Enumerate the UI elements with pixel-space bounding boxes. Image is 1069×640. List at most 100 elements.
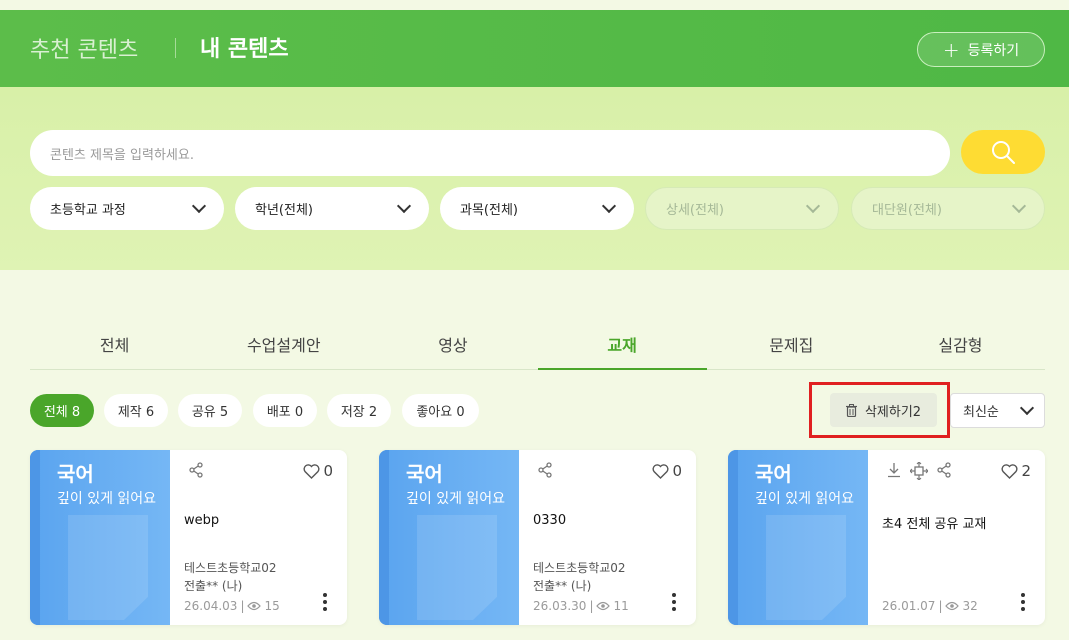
filter-detail-label: 상세(전체) bbox=[666, 203, 724, 218]
cover-title: 깊이 있게 읽어요 bbox=[755, 491, 855, 507]
eye-icon bbox=[596, 601, 611, 611]
meta-separator: | bbox=[589, 599, 594, 613]
download-icon[interactable] bbox=[886, 462, 902, 478]
cover-spine bbox=[728, 450, 738, 625]
heart-icon bbox=[303, 463, 320, 479]
cover-spine bbox=[379, 450, 389, 625]
card-title[interactable]: 0330 bbox=[533, 513, 566, 528]
share-icon[interactable] bbox=[936, 462, 952, 478]
category-tabs: 전체 수업설계안 영상 교재 문제집 실감형 bbox=[30, 320, 1045, 370]
register-label: 등록하기 bbox=[967, 42, 1020, 59]
delete-label: 삭제하기2 bbox=[864, 404, 922, 420]
chevron-down-icon bbox=[191, 198, 207, 214]
tab-lesson-plan[interactable]: 수업설계안 bbox=[199, 320, 368, 369]
filter-course-label: 초등학교 과정 bbox=[50, 203, 126, 218]
more-menu-icon[interactable] bbox=[323, 593, 327, 611]
meta-separator: | bbox=[240, 599, 245, 613]
tab-immersive[interactable]: 실감형 bbox=[876, 320, 1045, 369]
heart-icon bbox=[652, 463, 669, 479]
card-cover: 국어 깊이 있게 읽어요 bbox=[728, 450, 868, 625]
trash-icon bbox=[845, 403, 857, 417]
card-school: 테스트초등학교02 bbox=[184, 561, 277, 575]
document-graphic bbox=[68, 515, 148, 620]
card-school: 테스트초등학교02 bbox=[533, 561, 626, 575]
plus-icon: + bbox=[942, 37, 960, 62]
delete-button[interactable]: 삭제하기2 bbox=[830, 393, 937, 427]
content-card[interactable]: 국어 깊이 있게 읽어요 2 초4 전체 공유 교재 26.01.07 | 32 bbox=[728, 450, 1045, 625]
cover-title: 깊이 있게 읽어요 bbox=[57, 491, 157, 507]
card-date: 26.01.07 bbox=[882, 599, 936, 613]
filter-grade[interactable]: 학년(전체) bbox=[235, 187, 429, 230]
meta-separator: | bbox=[938, 599, 943, 613]
card-meta: 26.03.30 | 11 bbox=[533, 599, 629, 613]
more-menu-icon[interactable] bbox=[672, 593, 676, 611]
cover-spine bbox=[30, 450, 40, 625]
card-views: 32 bbox=[962, 599, 978, 613]
sort-label: 최신순 bbox=[963, 405, 999, 420]
card-title[interactable]: 초4 전체 공유 교재 bbox=[882, 513, 986, 532]
search-icon bbox=[992, 141, 1015, 164]
search-panel: 콘텐츠 제목을 입력하세요. 초등학교 과정 학년(전체) 과목(전체) 상세(… bbox=[0, 87, 1069, 270]
chip-shared[interactable]: 공유 5 bbox=[178, 394, 242, 427]
chevron-down-icon bbox=[805, 198, 821, 214]
sort-select[interactable]: 최신순 bbox=[950, 393, 1045, 428]
filter-subject-label: 과목(전체) bbox=[460, 203, 518, 218]
like-count: 2 bbox=[1021, 462, 1031, 480]
cover-subject: 국어 bbox=[755, 462, 792, 486]
chip-created[interactable]: 제작 6 bbox=[104, 394, 168, 427]
card-author: 전출** (나) bbox=[533, 579, 592, 593]
search-button[interactable] bbox=[961, 130, 1045, 174]
card-author: 전출** (나) bbox=[184, 579, 243, 593]
card-views: 11 bbox=[613, 599, 629, 613]
chevron-down-icon bbox=[1011, 198, 1027, 214]
card-date: 26.03.30 bbox=[533, 599, 587, 613]
chip-liked[interactable]: 좋아요 0 bbox=[402, 394, 479, 427]
content-card[interactable]: 국어 깊이 있게 읽어요 0 webp 테스트초등학교02 전출** (나) 2… bbox=[30, 450, 347, 625]
chevron-down-icon bbox=[601, 198, 617, 214]
tab-video[interactable]: 영상 bbox=[368, 320, 537, 369]
header-bar: 추천 콘텐츠 내 콘텐츠 + 등록하기 bbox=[0, 10, 1069, 87]
filter-unit-label: 대단원(전체) bbox=[872, 203, 942, 218]
share-icon[interactable] bbox=[188, 462, 204, 478]
chevron-down-icon bbox=[396, 198, 412, 214]
chip-all[interactable]: 전체 8 bbox=[30, 394, 94, 427]
card-info: 0 0330 테스트초등학교02 전출** (나) 26.03.30 | 11 bbox=[533, 450, 696, 625]
document-graphic bbox=[417, 515, 497, 620]
cover-subject: 국어 bbox=[406, 462, 443, 486]
tab-all[interactable]: 전체 bbox=[30, 320, 199, 369]
like-count: 0 bbox=[323, 462, 333, 480]
filter-course[interactable]: 초등학교 과정 bbox=[30, 187, 224, 230]
like-button[interactable]: 0 bbox=[652, 462, 682, 480]
search-input[interactable]: 콘텐츠 제목을 입력하세요. bbox=[30, 130, 950, 176]
card-title[interactable]: webp bbox=[184, 513, 219, 528]
chip-distributed[interactable]: 배포 0 bbox=[253, 394, 317, 427]
card-actions bbox=[886, 462, 952, 480]
filter-unit: 대단원(전체) bbox=[851, 187, 1045, 230]
tab-textbook[interactable]: 교재 bbox=[537, 320, 707, 370]
card-cover: 국어 깊이 있게 읽어요 bbox=[379, 450, 519, 625]
tab-workbook[interactable]: 문제집 bbox=[707, 320, 876, 369]
like-button[interactable]: 0 bbox=[303, 462, 333, 480]
card-actions bbox=[537, 462, 553, 478]
like-count: 0 bbox=[672, 462, 682, 480]
tab-recommended[interactable]: 추천 콘텐츠 bbox=[30, 32, 138, 64]
card-meta: 26.01.07 | 32 bbox=[882, 599, 978, 613]
eye-icon bbox=[247, 601, 262, 611]
chevron-down-icon bbox=[1019, 400, 1035, 416]
distribute-icon[interactable] bbox=[910, 462, 928, 480]
share-icon[interactable] bbox=[537, 462, 553, 478]
card-info: 0 webp 테스트초등학교02 전출** (나) 26.04.03 | 15 bbox=[184, 450, 347, 625]
content-card[interactable]: 국어 깊이 있게 읽어요 0 0330 테스트초등학교02 전출** (나) 2… bbox=[379, 450, 696, 625]
card-date: 26.04.03 bbox=[184, 599, 238, 613]
filter-subject[interactable]: 과목(전체) bbox=[440, 187, 634, 230]
like-button[interactable]: 2 bbox=[1001, 462, 1031, 480]
register-button[interactable]: + 등록하기 bbox=[917, 32, 1045, 67]
card-meta: 26.04.03 | 15 bbox=[184, 599, 280, 613]
filter-grade-label: 학년(전체) bbox=[255, 203, 313, 218]
cover-title: 깊이 있게 읽어요 bbox=[406, 491, 506, 507]
chip-saved[interactable]: 저장 2 bbox=[327, 394, 391, 427]
more-menu-icon[interactable] bbox=[1021, 593, 1025, 611]
filter-detail: 상세(전체) bbox=[645, 187, 839, 230]
tab-my-contents[interactable]: 내 콘텐츠 bbox=[200, 31, 289, 63]
header-divider bbox=[175, 38, 176, 58]
